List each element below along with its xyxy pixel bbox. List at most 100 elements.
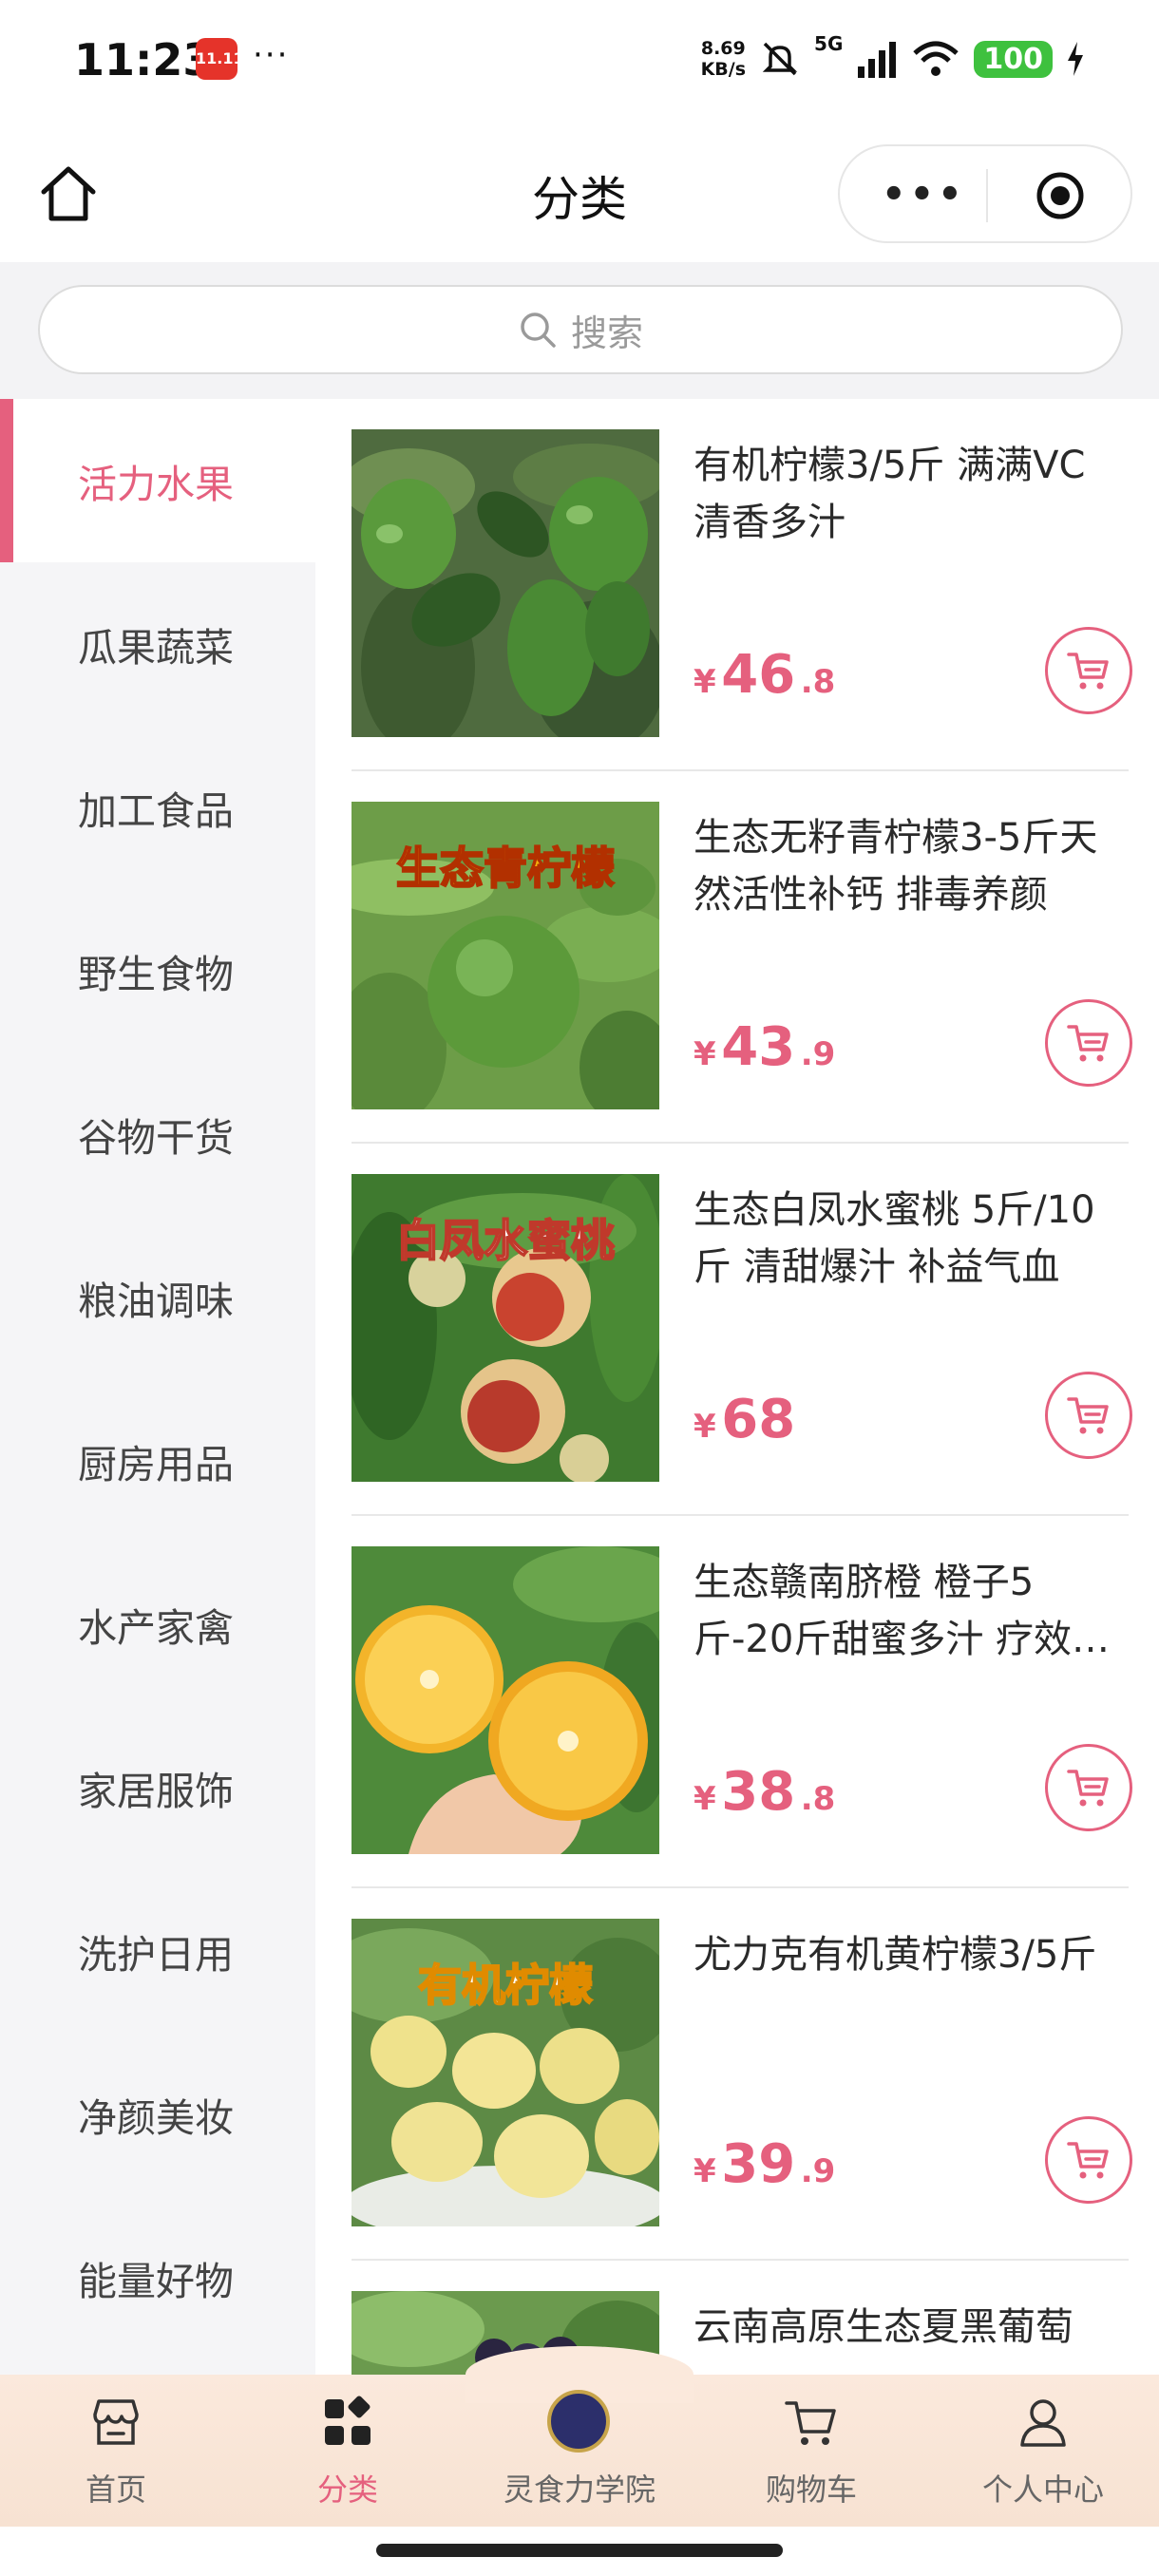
signal-icon <box>858 42 897 78</box>
price-decimal: .8 <box>800 663 836 701</box>
category-icon <box>325 2396 370 2445</box>
cart-icon <box>1067 2142 1109 2179</box>
tab-category[interactable]: 分类 <box>232 2375 464 2527</box>
academy-logo <box>547 2390 610 2453</box>
category-item[interactable]: 家居服饰 <box>0 1706 315 1869</box>
category-item[interactable]: 净颜美妆 <box>0 2033 315 2196</box>
product-price: ¥ 39 .9 <box>694 2133 835 2195</box>
home-indicator-area <box>0 2527 1159 2576</box>
product-name[interactable]: 生态白凤水蜜桃 5斤/10斤 清甜爆汁 补益气血 <box>694 1182 1129 1296</box>
search-input[interactable]: 搜索 <box>38 285 1123 374</box>
category-item[interactable]: 厨房用品 <box>0 1379 315 1543</box>
cart-icon <box>1067 1397 1109 1434</box>
price-currency: ¥ <box>694 1035 716 1073</box>
price-integer: 68 <box>721 1389 796 1450</box>
home-indicator[interactable] <box>376 2544 783 2557</box>
product-image-caption: 有机柠檬 <box>417 1959 594 2012</box>
category-item[interactable]: 水产家禽 <box>0 1543 315 1706</box>
price-currency: ¥ <box>694 663 716 701</box>
price-integer: 43 <box>721 1016 796 1078</box>
close-miniprogram-icon[interactable] <box>1034 169 1087 222</box>
user-icon <box>1020 2399 1066 2447</box>
category-sidebar: 活力水果 瓜果蔬菜 加工食品 野生食物 谷物干货 粮油调味 厨房用品 水产家禽 … <box>0 399 315 2375</box>
tab-label: 灵食力学院 <box>503 2472 656 2508</box>
price-integer: 38 <box>721 1761 796 1823</box>
network-speed: 8.69 KB/s <box>701 38 746 80</box>
add-to-cart-button[interactable] <box>1045 627 1132 714</box>
product-name[interactable]: 云南高原生态夏黑葡萄 <box>694 2299 1129 2375</box>
product-card[interactable]: 有机柠檬3/5斤 满满VC 清香多汁 ¥ 46 .8 <box>352 399 1132 771</box>
product-card[interactable]: 生态赣南脐橙 橙子5斤-20斤甜蜜多汁 疗效显著 ¥ 38 .8 <box>352 1516 1132 1888</box>
product-image-lime[interactable]: 生态青柠檬 <box>352 802 659 1109</box>
product-name[interactable]: 有机柠檬3/5斤 满满VC 清香多汁 <box>694 437 1129 551</box>
search-icon <box>521 313 556 348</box>
tab-label: 首页 <box>85 2472 146 2508</box>
price-decimal: .9 <box>800 2152 836 2190</box>
add-to-cart-button[interactable] <box>1045 2116 1132 2204</box>
category-item[interactable]: 洗护日用 <box>0 1869 315 2033</box>
product-name[interactable]: 尤力克有机黄柠檬3/5斤 <box>694 1926 1129 2040</box>
network-speed-value: 8.69 <box>700 38 746 59</box>
product-card[interactable]: 有机柠檬 尤力克有机黄柠檬3/5斤 ¥ 39 .9 <box>352 1888 1132 2261</box>
mini-program-capsule: ••• <box>838 144 1132 243</box>
product-list: 有机柠檬3/5斤 满满VC 清香多汁 ¥ 46 .8 生态青柠檬 生态无籽青柠檬… <box>315 399 1159 2375</box>
navigation-bar: 分类 ••• <box>0 133 1159 256</box>
category-item[interactable]: 谷物干货 <box>0 1052 315 1216</box>
tab-home[interactable]: 首页 <box>0 2375 232 2527</box>
product-image-yellow-lemons[interactable]: 有机柠檬 <box>352 1919 659 2226</box>
category-item[interactable]: 加工食品 <box>0 726 315 889</box>
tab-cart[interactable]: 购物车 <box>695 2375 927 2527</box>
price-currency: ¥ <box>694 2152 716 2190</box>
wifi-icon <box>913 41 960 76</box>
shopping-app-notification-icon: 11.11 <box>196 38 244 80</box>
add-to-cart-button[interactable] <box>1045 1744 1132 1831</box>
search-area: 搜索 <box>0 262 1159 399</box>
product-image-caption: 生态青柠檬 <box>395 842 616 895</box>
tab-label: 购物车 <box>765 2472 857 2508</box>
charging-icon <box>1068 42 1083 76</box>
product-price: ¥ 68 <box>694 1389 795 1450</box>
price-decimal: .9 <box>800 1035 836 1073</box>
tab-academy[interactable]: 灵食力学院 <box>464 2375 695 2527</box>
price-currency: ¥ <box>694 1408 716 1446</box>
store-icon <box>93 2399 139 2445</box>
product-image-green-lemons[interactable] <box>352 429 659 737</box>
status-indicators: 8.69 KB/s 5G 100 <box>701 32 1085 85</box>
battery-level: 100 <box>974 40 1053 78</box>
product-card[interactable]: 生态青柠檬 生态无籽青柠檬3-5斤天然活性补钙 排毒养颜 ¥ 43 .9 <box>352 771 1132 1144</box>
search-placeholder: 搜索 <box>570 312 643 354</box>
product-price: ¥ 43 .9 <box>694 1016 835 1078</box>
more-notifications-icon: ··· <box>253 36 290 74</box>
add-to-cart-button[interactable] <box>1045 1372 1132 1459</box>
tab-label: 个人中心 <box>981 2472 1104 2508</box>
status-time: 11:23 <box>74 34 214 85</box>
status-bar: 11:23 11.11 ··· 8.69 KB/s 5G 100 <box>0 0 1159 123</box>
product-name[interactable]: 生态无籽青柠檬3-5斤天然活性补钙 排毒养颜 <box>694 809 1129 923</box>
product-image-oranges[interactable] <box>352 1546 659 1854</box>
cart-icon <box>1067 1025 1109 1062</box>
product-price: ¥ 38 .8 <box>694 1761 835 1823</box>
price-integer: 46 <box>721 644 796 706</box>
more-options-icon[interactable]: ••• <box>882 173 966 217</box>
category-item[interactable]: 能量好物 <box>0 2196 315 2359</box>
capsule-divider <box>986 169 988 222</box>
product-card[interactable]: 白凤水蜜桃 生态白凤水蜜桃 5斤/10斤 清甜爆汁 补益气血 ¥ 68 <box>352 1144 1132 1516</box>
price-currency: ¥ <box>694 1780 716 1818</box>
category-item-active[interactable]: 活力水果 <box>0 399 315 562</box>
category-item[interactable]: 粮油调味 <box>0 1216 315 1379</box>
cart-icon <box>785 2401 836 2445</box>
product-image-peaches[interactable]: 白凤水蜜桃 <box>352 1174 659 1482</box>
mute-bell-icon <box>762 42 798 76</box>
network-type: 5G <box>814 32 844 55</box>
bottom-tab-bar: 首页 分类 灵食力学院 购物车 个人中心 <box>0 2346 1159 2527</box>
category-item[interactable]: 野生食物 <box>0 889 315 1052</box>
network-speed-unit: KB/s <box>700 59 747 80</box>
category-item[interactable]: 瓜果蔬菜 <box>0 562 315 726</box>
add-to-cart-button[interactable] <box>1045 999 1132 1087</box>
product-card[interactable]: 云南高原生态夏黑葡萄 <box>352 2261 1129 2375</box>
cart-icon <box>1067 653 1109 690</box>
cart-icon <box>1067 1770 1109 1807</box>
tab-label: 分类 <box>316 2472 378 2508</box>
tab-profile[interactable]: 个人中心 <box>927 2375 1159 2527</box>
product-name[interactable]: 生态赣南脐橙 橙子5斤-20斤甜蜜多汁 疗效显著 <box>694 1554 1129 1668</box>
